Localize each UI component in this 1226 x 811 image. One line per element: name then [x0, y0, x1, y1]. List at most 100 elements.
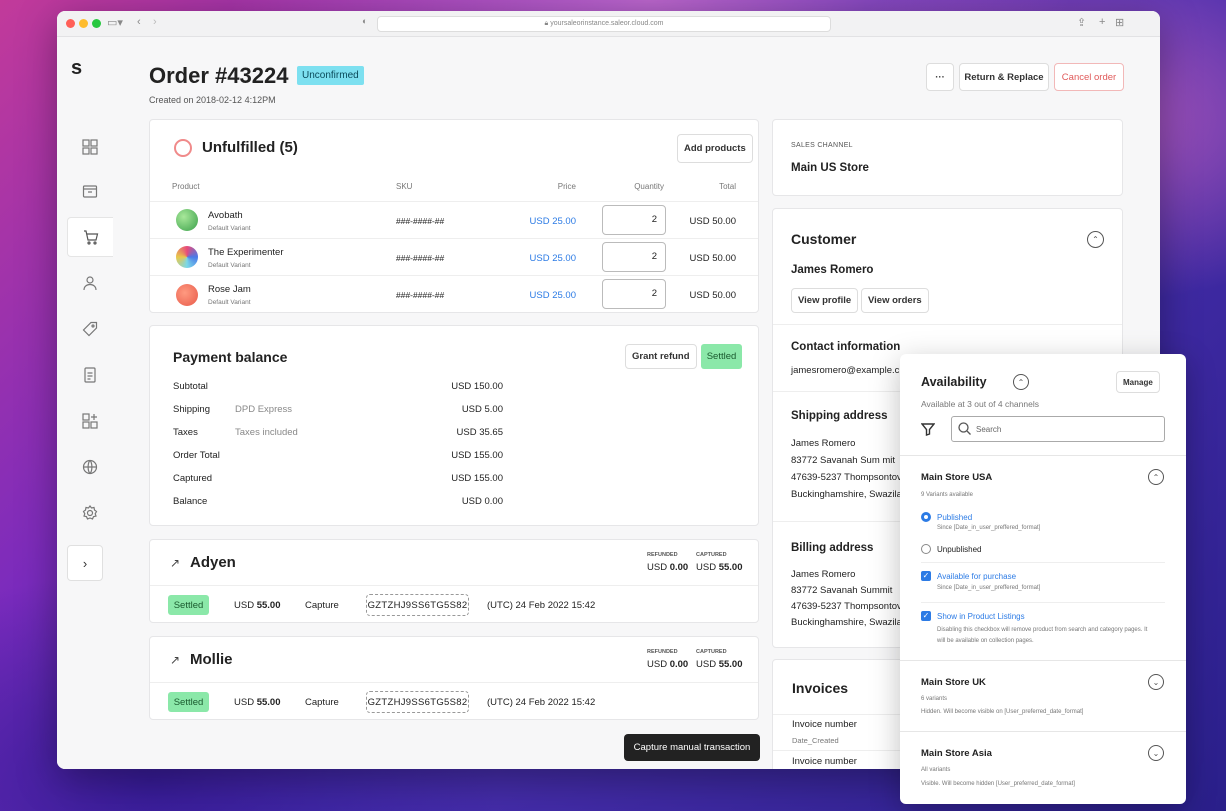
channel-sub: All variants [921, 767, 951, 773]
search-icon [958, 422, 971, 440]
transaction-name: Mollie [190, 651, 233, 668]
saleor-logo[interactable]: s [71, 57, 82, 80]
product-thumbnail [176, 284, 198, 306]
published-label: Published [937, 513, 973, 522]
listings-note: Disabling this checkbox will remove prod… [937, 627, 1148, 644]
maximize-window-icon[interactable] [92, 19, 101, 28]
chevron-down-icon[interactable]: ⌄ [1148, 674, 1164, 690]
return-replace-button[interactable]: Return & Replace [959, 63, 1049, 91]
chevron-down-icon[interactable]: ⌄ [1148, 745, 1164, 761]
manage-button[interactable]: Manage [1116, 371, 1160, 393]
product-name: Avobath [208, 210, 243, 221]
invoice-number: Invoice number [792, 719, 857, 730]
pages-icon[interactable] [67, 355, 113, 395]
divider [921, 562, 1165, 563]
chevron-right-icon: › [82, 555, 88, 571]
availability-subtitle: Available at 3 out of 4 channels [921, 399, 1039, 409]
shipping-label: Shipping [173, 404, 210, 415]
shipping-line: Buckinghamshire, Swazila [791, 489, 902, 500]
sidebar-toggle-icon[interactable]: ▭▾ [107, 16, 123, 29]
new-tab-icon[interactable]: + [1099, 16, 1105, 28]
listings-label: Show in Product Listings [937, 612, 1025, 621]
balance-value: USD 0.00 [461, 496, 503, 507]
product-sku: ###-####-## [396, 253, 445, 263]
discounts-icon[interactable] [67, 309, 113, 349]
search-input[interactable]: Search [951, 416, 1165, 442]
chevron-up-icon[interactable]: ⌃ [1087, 231, 1104, 248]
column-header-total: Total [719, 182, 736, 191]
psp-reference[interactable]: GZTZHJ9SS6TG5S82 [366, 691, 469, 713]
minimize-window-icon[interactable] [79, 19, 88, 28]
captured-amount: USD 55.00 [696, 562, 743, 573]
expand-sidebar-button[interactable]: › [67, 545, 103, 581]
cancel-order-button[interactable]: Cancel order [1054, 63, 1124, 91]
transaction-status-badge: Settled [168, 692, 209, 712]
shipping-value: USD 5.00 [461, 404, 503, 415]
table-row[interactable]: Rose Jam Default Variant ###-####-## USD… [150, 275, 758, 313]
products-icon[interactable] [67, 171, 113, 211]
product-price: USD 25.00 [529, 290, 576, 301]
external-link-icon[interactable]: ↗︎ [170, 556, 180, 570]
url-text: yoursaleorinstance.saleor.cloud.com [550, 20, 664, 27]
add-products-button[interactable]: Add products [677, 134, 753, 163]
available-for-purchase-checkbox[interactable]: ✓ [921, 571, 931, 581]
chevron-up-icon[interactable]: ⌃ [1013, 374, 1029, 390]
forward-icon[interactable]: › [153, 16, 157, 28]
quantity-input[interactable]: 2 [602, 205, 666, 235]
shipping-line: 83772 Savanah Sum mit [791, 455, 896, 466]
shipping-line: 47639-5237 Thompsontov [791, 472, 902, 483]
order-total-value: USD 155.00 [451, 450, 503, 461]
transaction-row: Settled USD 55.00 Capture GZTZHJ9SS6TG5S… [150, 585, 758, 623]
customers-icon[interactable] [67, 263, 113, 303]
column-header-quantity: Quantity [634, 182, 664, 191]
share-icon[interactable]: ⇪ [1077, 16, 1086, 29]
tab-overview-icon[interactable]: ⊞ [1115, 16, 1124, 29]
shipping-address-title: Shipping address [791, 410, 888, 422]
translations-icon[interactable] [67, 447, 113, 487]
back-icon[interactable]: ‹ [137, 16, 141, 28]
view-profile-button[interactable]: View profile [791, 288, 859, 313]
captured-value: USD 155.00 [451, 473, 503, 484]
search-placeholder: Search [976, 425, 1002, 434]
customer-name: James Romero [791, 264, 874, 276]
quantity-input[interactable]: 2 [602, 242, 666, 272]
close-window-icon[interactable] [66, 19, 75, 28]
psp-reference[interactable]: GZTZHJ9SS6TG5S82 [366, 594, 469, 616]
channel-name: Main Store Asia [921, 748, 992, 759]
product-thumbnail [176, 209, 198, 231]
settled-badge: Settled [701, 344, 742, 369]
unpublished-radio[interactable] [921, 544, 931, 554]
home-icon[interactable] [67, 127, 113, 167]
quantity-input[interactable]: 2 [602, 279, 666, 309]
table-row[interactable]: Avobath Default Variant ###-####-## USD … [150, 201, 758, 238]
billing-line: James Romero [791, 569, 856, 580]
capture-manual-transaction-button[interactable]: Capture manual transaction [624, 734, 760, 761]
captured-label: CAPTURED [696, 649, 727, 655]
order-total-label: Order Total [173, 450, 220, 461]
apps-icon[interactable] [67, 401, 113, 441]
filter-icon[interactable] [920, 422, 936, 441]
product-variant: Default Variant [208, 225, 251, 232]
transaction-amount: USD 55.00 [234, 697, 281, 708]
more-actions-button[interactable]: ··· [926, 63, 954, 91]
table-row[interactable]: The Experimenter Default Variant ###-###… [150, 238, 758, 275]
product-name: Rose Jam [208, 284, 251, 295]
divider [921, 602, 1165, 603]
payment-balance-title: Payment balance [173, 349, 288, 365]
grant-refund-button[interactable]: Grant refund [625, 344, 697, 369]
column-header-sku: SKU [396, 182, 413, 191]
view-orders-button[interactable]: View orders [861, 288, 929, 313]
show-in-listings-checkbox[interactable]: ✓ [921, 611, 931, 621]
published-radio[interactable] [921, 512, 931, 522]
column-header-product: Product [172, 182, 200, 191]
transaction-type: Capture [305, 600, 339, 611]
invoice-number: Invoice number [792, 756, 857, 767]
orders-icon[interactable] [67, 217, 113, 257]
transaction-card-mollie: ↗︎ Mollie REFUNDED CAPTURED USD 0.00 USD… [149, 636, 759, 720]
external-link-icon[interactable]: ↗︎ [170, 653, 180, 667]
settings-icon[interactable] [67, 493, 113, 533]
chevron-up-icon[interactable]: ⌃ [1148, 469, 1164, 485]
address-bar[interactable]: 🔒︎ yoursaleorinstance.saleor.cloud.com [377, 16, 831, 32]
customer-title: Customer [791, 231, 857, 247]
contact-email[interactable]: jamesromero@example.c [791, 365, 899, 376]
